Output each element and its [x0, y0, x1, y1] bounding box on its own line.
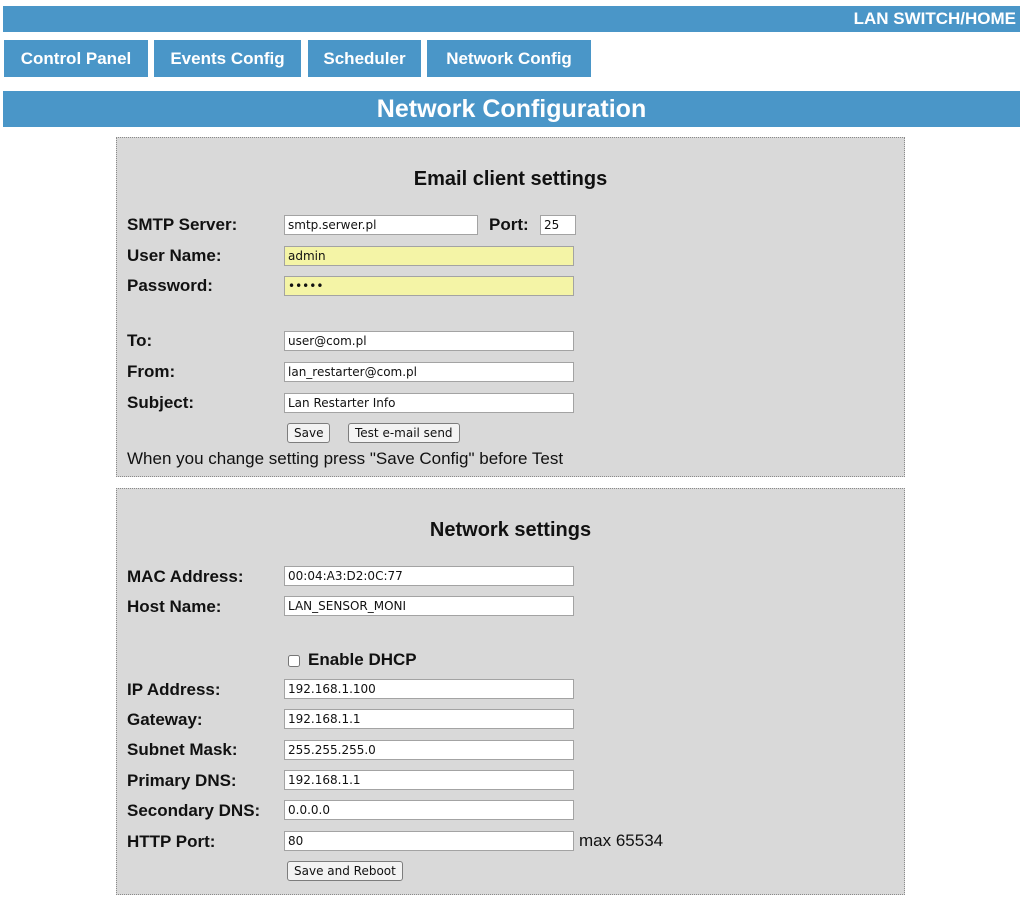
secondary-dns-input[interactable]	[284, 800, 574, 820]
subject-label: Subject:	[127, 393, 195, 412]
save-and-reboot-button[interactable]: Save and Reboot	[287, 861, 403, 881]
tab-scheduler[interactable]: Scheduler	[308, 40, 421, 77]
page-title: Network Configuration	[3, 91, 1020, 127]
header-title[interactable]: LAN SWITCH/HOME	[854, 9, 1016, 28]
port-label: Port:	[489, 215, 529, 234]
to-label: To:	[127, 331, 153, 350]
subject-input[interactable]	[284, 393, 574, 413]
network-section-title: Network settings	[429, 519, 592, 541]
primary-dns-label: Primary DNS:	[127, 771, 237, 790]
test-email-button[interactable]: Test e-mail send	[348, 423, 460, 443]
smtp-server-input[interactable]	[284, 215, 478, 235]
mac-address-input[interactable]	[284, 566, 574, 586]
network-settings-panel: Network settings MAC Address: Host Name:…	[116, 488, 905, 895]
from-input[interactable]	[284, 362, 574, 382]
host-name-input[interactable]	[284, 596, 574, 616]
password-label: Password:	[127, 276, 213, 295]
password-input[interactable]	[284, 276, 574, 296]
email-settings-panel: Email client settings SMTP Server: Port:…	[116, 137, 905, 477]
ip-address-label: IP Address:	[127, 680, 221, 699]
tab-control-panel[interactable]: Control Panel	[4, 40, 148, 77]
mac-address-label: MAC Address:	[127, 567, 244, 586]
http-port-max-note: max 65534	[579, 831, 664, 850]
save-config-note: When you change setting press "Save Conf…	[127, 449, 564, 468]
email-section-title: Email client settings	[413, 168, 608, 190]
gateway-input[interactable]	[284, 709, 574, 729]
subnet-mask-input[interactable]	[284, 740, 574, 760]
dhcp-label: Enable DHCP	[308, 650, 417, 669]
ip-address-input[interactable]	[284, 679, 574, 699]
top-bar: LAN SWITCH/HOME	[3, 6, 1020, 32]
tab-network-config[interactable]: Network Config	[427, 40, 591, 77]
user-name-label: User Name:	[127, 246, 222, 265]
secondary-dns-label: Secondary DNS:	[127, 801, 261, 820]
save-button[interactable]: Save	[287, 423, 331, 443]
user-name-input[interactable]	[284, 246, 574, 266]
to-input[interactable]	[284, 331, 574, 351]
gateway-label: Gateway:	[127, 710, 203, 729]
smtp-server-label: SMTP Server:	[127, 215, 238, 234]
primary-dns-input[interactable]	[284, 770, 574, 790]
tab-events-config[interactable]: Events Config	[154, 40, 301, 77]
port-input[interactable]	[540, 215, 576, 235]
dhcp-checkbox[interactable]	[288, 655, 300, 667]
from-label: From:	[127, 362, 176, 381]
subnet-mask-label: Subnet Mask:	[127, 740, 238, 759]
http-port-input[interactable]	[284, 831, 574, 851]
host-name-label: Host Name:	[127, 597, 222, 616]
http-port-label: HTTP Port:	[127, 832, 216, 851]
